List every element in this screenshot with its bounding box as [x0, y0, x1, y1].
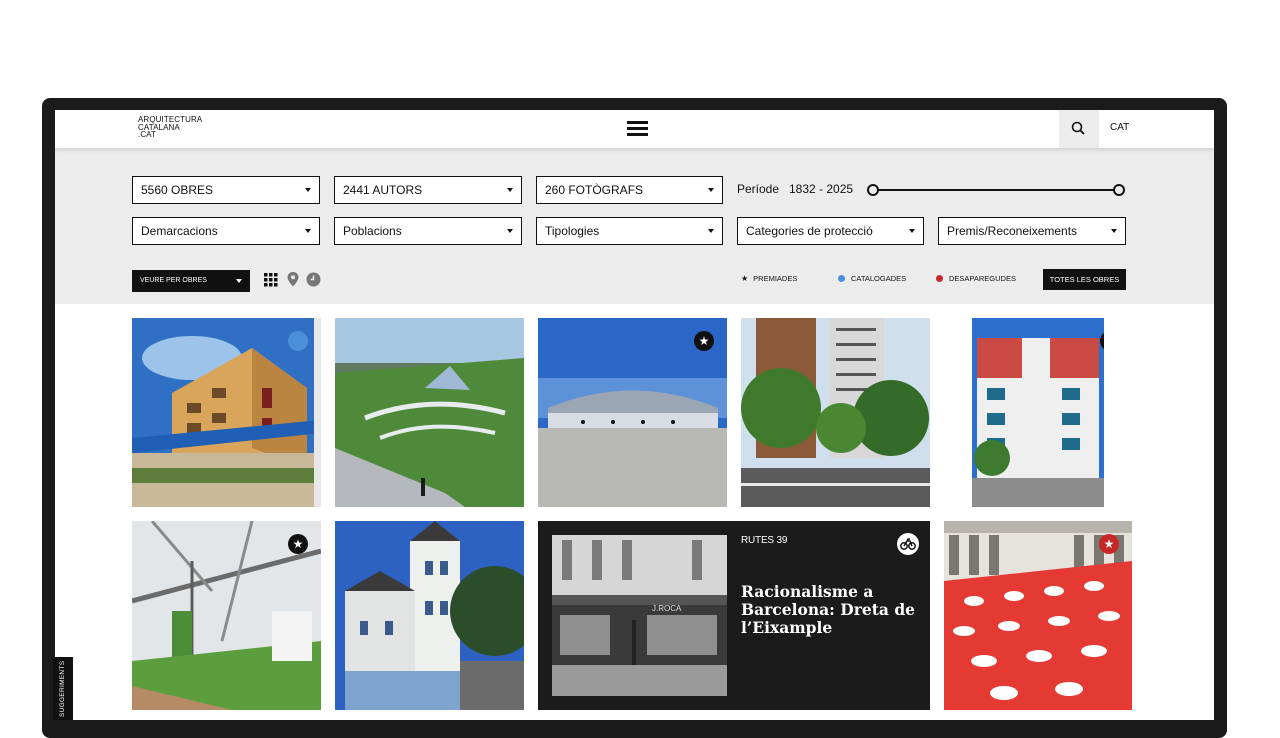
authors-select-label: 2441 AUTORS — [343, 183, 423, 197]
poblacions-select[interactable]: Poblacions — [334, 217, 522, 245]
work-card-4[interactable] — [741, 318, 930, 507]
top-navigation: ARQUITECTURA CATALANA .CAT CAT — [55, 110, 1214, 148]
route-card[interactable]: J.ROCA RUTES 39 Racionalisme a Barcelona… — [538, 521, 930, 710]
view-mode-label: VEURE PER OBRES — [140, 277, 207, 284]
demarcacions-select[interactable]: Demarcacions — [132, 217, 320, 245]
protection-categories-select-label: Categories de protecció — [746, 224, 873, 238]
shop-sign: J.ROCA — [652, 604, 682, 613]
awarded-disappeared-badge: ★ — [1099, 534, 1119, 554]
legend-catalogued[interactable]: CATALOGADES — [838, 274, 906, 283]
all-works-button[interactable]: TOTES LES OBRES — [1043, 269, 1126, 290]
route-tag: RUTES 39 — [741, 535, 788, 546]
period-label: Període — [737, 182, 780, 196]
legend-awarded[interactable]: ★ PREMIADES — [741, 274, 797, 283]
tipologies-select-label: Tipologies — [545, 224, 600, 238]
chevron-down-icon — [305, 229, 311, 233]
work-card-2[interactable] — [335, 318, 524, 507]
work-card-1[interactable] — [132, 318, 321, 507]
hamburger-icon[interactable] — [627, 121, 648, 137]
chevron-down-icon — [708, 188, 714, 192]
language-selector[interactable]: CAT — [1110, 122, 1129, 133]
period-slider-max-handle[interactable] — [1113, 184, 1125, 196]
chevron-down-icon — [236, 279, 242, 283]
authors-select[interactable]: 2441 AUTORS — [334, 176, 522, 204]
work-photo — [741, 318, 930, 507]
work-card-8[interactable]: ★ — [944, 521, 1132, 710]
work-card-5[interactable]: ★ — [972, 318, 1104, 507]
awards-select-label: Premis/Reconeixements — [947, 224, 1078, 238]
chevron-down-icon — [305, 188, 311, 192]
work-photo — [335, 521, 524, 710]
catalogued-badge — [288, 331, 308, 351]
route-title: Racionalisme a Barcelona: Dreta de l’Eix… — [741, 582, 916, 637]
photographers-select-label: 260 FOTÒGRAFS — [545, 183, 644, 197]
period-slider-track[interactable] — [873, 189, 1121, 191]
browser-viewport: ARQUITECTURA CATALANA .CAT CAT 5560 OBRE… — [55, 110, 1214, 720]
demarcacions-select-label: Demarcacions — [141, 224, 218, 238]
work-card-3[interactable]: ★ — [538, 318, 727, 507]
grid-icon[interactable] — [264, 273, 278, 287]
chevron-down-icon — [507, 188, 513, 192]
works-select-label: 5560 OBRES — [141, 183, 214, 197]
map-pin-icon[interactable] — [287, 272, 299, 287]
search-icon — [1071, 121, 1085, 135]
awards-select[interactable]: Premis/Reconeixements — [938, 217, 1126, 245]
awarded-badge: ★ — [694, 331, 714, 351]
blue-dot-icon — [838, 275, 845, 282]
clock-icon[interactable] — [306, 272, 321, 287]
tipologies-select[interactable]: Tipologies — [536, 217, 723, 245]
search-button[interactable] — [1059, 110, 1099, 148]
chevron-down-icon — [1111, 229, 1117, 233]
filter-panel: 5560 OBRES 2441 AUTORS 260 FOTÒGRAFS Per… — [55, 148, 1214, 304]
work-card-6[interactable]: ★ — [132, 521, 321, 710]
suggestions-tab[interactable]: SUGGERIMENTS — [53, 657, 73, 720]
awarded-badge: ★ — [288, 534, 308, 554]
photographers-select[interactable]: 260 FOTÒGRAFS — [536, 176, 723, 204]
red-dot-icon — [936, 275, 943, 282]
route-photo: J.ROCA — [552, 535, 727, 696]
star-icon: ★ — [741, 274, 749, 283]
view-mode-select[interactable]: VEURE PER OBRES — [132, 270, 250, 292]
protection-categories-select[interactable]: Categories de protecció — [737, 217, 924, 245]
work-card-7[interactable] — [335, 521, 524, 710]
work-photo — [972, 318, 1104, 507]
works-select[interactable]: 5560 OBRES — [132, 176, 320, 204]
poblacions-select-label: Poblacions — [343, 224, 402, 238]
chevron-down-icon — [909, 229, 915, 233]
chevron-down-icon — [507, 229, 513, 233]
work-photo — [335, 318, 524, 507]
period-range: 1832 - 2025 — [789, 182, 854, 196]
site-logo[interactable]: ARQUITECTURA CATALANA .CAT — [138, 116, 202, 139]
period-slider-min-handle[interactable] — [867, 184, 879, 196]
bicycle-icon — [897, 533, 919, 555]
chevron-down-icon — [708, 229, 714, 233]
legend-disappeared[interactable]: DESAPAREGUDES — [936, 274, 1016, 283]
